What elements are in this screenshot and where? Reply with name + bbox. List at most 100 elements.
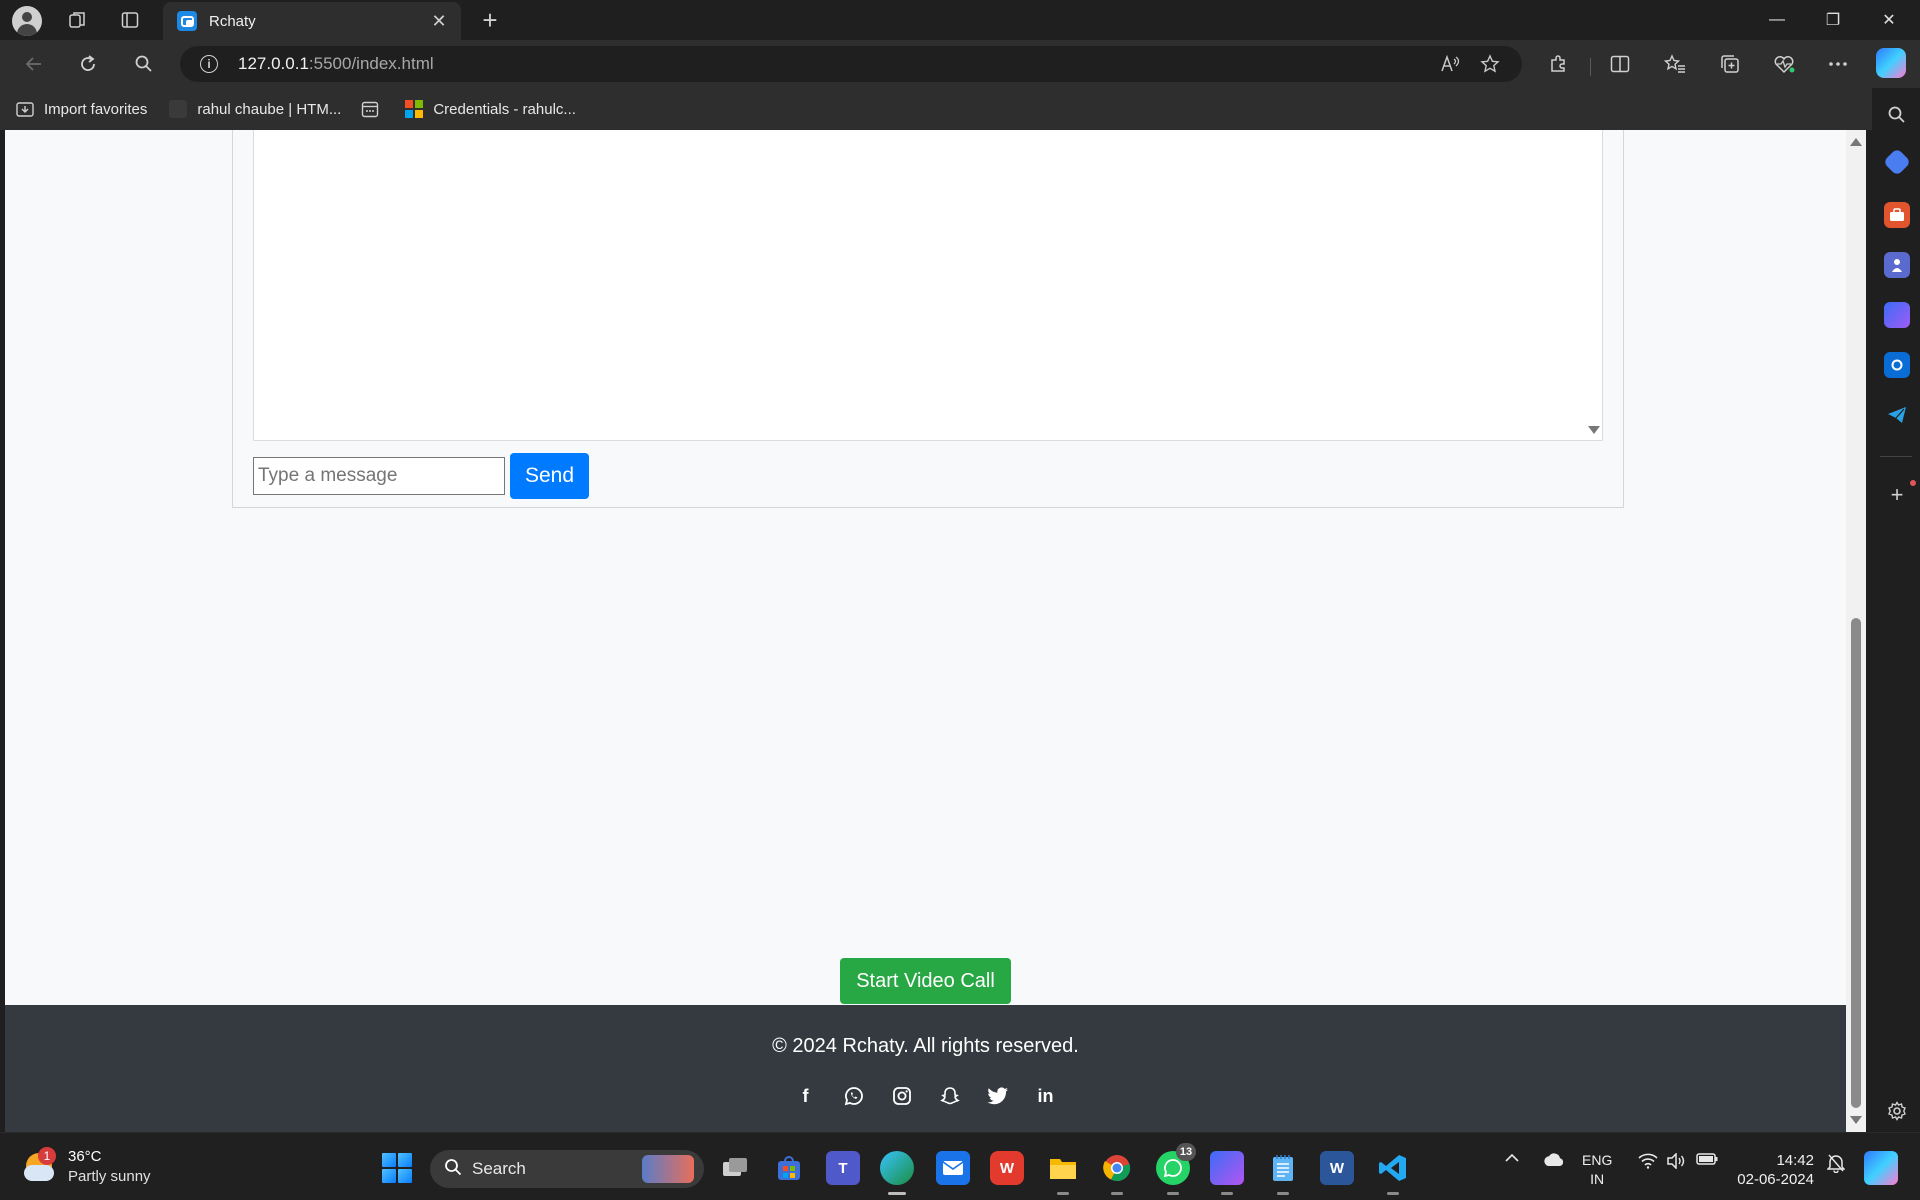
facebook-icon[interactable]: f (795, 1085, 817, 1107)
settings-icon[interactable] (1884, 1098, 1910, 1124)
add-icon[interactable]: + (1884, 482, 1910, 508)
favorites-bar: Import favorites rahul chaube | HTM... C… (0, 88, 1880, 130)
address-bar[interactable]: i 127.0.0.1:5500/index.html (180, 46, 1522, 82)
favorite-credentials[interactable]: Credentials - rahulc... (397, 94, 584, 124)
favorite-import[interactable]: Import favorites (8, 94, 155, 124)
page-viewport: Send Start Video Call (5, 130, 1846, 1005)
language-indicator[interactable]: ENG IN (1582, 1151, 1612, 1189)
wifi-icon[interactable] (1636, 1153, 1660, 1169)
battery-icon[interactable] (1694, 1153, 1720, 1165)
search-icon[interactable] (126, 48, 162, 80)
notification-bell-icon[interactable] (1824, 1153, 1848, 1173)
split-screen-icon[interactable] (1600, 48, 1640, 80)
navigation-bar: i 127.0.0.1:5500/index.html (0, 40, 1920, 88)
favorite-rahul-chaube[interactable]: rahul chaube | HTM... (161, 94, 349, 124)
restore-button[interactable]: ❐ (1808, 4, 1858, 36)
wps-office-icon[interactable]: W (990, 1151, 1024, 1185)
start-video-call-button[interactable]: Start Video Call (840, 958, 1011, 1004)
whatsapp-unread-badge: 13 (1176, 1143, 1196, 1161)
system-clock[interactable]: 14:42 02-06-2024 (1734, 1151, 1814, 1189)
favorite-label: rahul chaube | HTM... (197, 100, 342, 118)
plus-icon[interactable]: + (474, 4, 506, 36)
scrollbar-thumb[interactable] (1851, 618, 1861, 1108)
instagram-icon[interactable] (891, 1085, 913, 1107)
favorites-icon[interactable] (1655, 48, 1695, 80)
favorite-label: Import favorites (44, 100, 148, 118)
copilot-icon[interactable] (1876, 48, 1906, 78)
browser-essentials-icon[interactable] (1764, 48, 1804, 80)
teams-icon[interactable]: T (826, 1151, 860, 1185)
telegram-icon[interactable] (1884, 402, 1910, 428)
refresh-icon[interactable] (70, 48, 106, 80)
sidebar-search-icon[interactable] (1884, 102, 1910, 128)
rchaty-favicon (177, 11, 197, 31)
copilot-app-icon[interactable] (1884, 302, 1910, 328)
title-bar: Rchaty ✕ + — ❐ ✕ (0, 0, 1920, 40)
info-icon[interactable]: i (200, 55, 218, 73)
file-explorer-icon[interactable] (1046, 1151, 1080, 1195)
chat-container: Send (232, 130, 1624, 508)
whatsapp-icon[interactable]: 13 (1156, 1143, 1196, 1195)
read-aloud-icon[interactable] (1430, 48, 1470, 80)
page-scrollbar[interactable] (1846, 130, 1866, 1132)
vscode-icon[interactable] (1376, 1151, 1410, 1195)
workspaces-icon[interactable] (58, 6, 98, 34)
copyright-text: © 2024 Rchaty. All rights reserved. (772, 1035, 1079, 1057)
favorite-star-icon[interactable] (1470, 48, 1510, 80)
chrome-icon[interactable] (1100, 1151, 1134, 1195)
search-icon (444, 1158, 462, 1181)
messages-scroll-down-arrow[interactable] (1588, 426, 1600, 434)
messages-area[interactable] (253, 130, 1603, 441)
weather-widget[interactable]: 1 36°C Partly sunny (22, 1147, 151, 1187)
message-input[interactable] (253, 457, 505, 495)
taskbar: 1 36°C Partly sunny Search T W 13 W ENG … (0, 1132, 1920, 1200)
outlook-icon[interactable] (1884, 352, 1910, 378)
twitter-icon[interactable] (987, 1085, 1009, 1107)
collections-icon[interactable] (1710, 48, 1750, 80)
linkedin-icon[interactable]: in (1035, 1085, 1057, 1107)
copilot-taskbar-icon[interactable] (1210, 1151, 1244, 1195)
extensions-icon[interactable] (1538, 48, 1578, 80)
scroll-down-arrow[interactable] (1850, 1116, 1862, 1124)
notification-dot (1910, 480, 1916, 486)
profile-icon[interactable] (12, 6, 42, 36)
task-view-icon[interactable] (718, 1151, 752, 1185)
volume-icon[interactable] (1664, 1153, 1688, 1169)
calendar-icon (361, 100, 379, 118)
import-icon (16, 100, 34, 118)
notepad-icon[interactable] (1266, 1151, 1300, 1195)
snapchat-icon[interactable] (939, 1085, 961, 1107)
shopping-icon[interactable] (1882, 147, 1912, 177)
favorite-calendar[interactable] (353, 94, 397, 124)
url-text[interactable]: 127.0.0.1:5500/index.html (238, 54, 1430, 74)
microsoft-logo (405, 100, 424, 118)
scroll-up-arrow[interactable] (1850, 138, 1862, 146)
back-icon[interactable] (16, 48, 52, 80)
copilot-tray-icon[interactable] (1864, 1151, 1898, 1185)
windows-start-icon[interactable] (382, 1153, 412, 1183)
more-icon[interactable] (1818, 48, 1858, 80)
mail-icon[interactable] (936, 1151, 970, 1185)
games-icon[interactable] (1884, 252, 1910, 278)
close-icon[interactable]: ✕ (427, 9, 451, 33)
tools-icon[interactable] (1884, 202, 1910, 228)
minimize-button[interactable]: — (1752, 4, 1802, 36)
whatsapp-icon[interactable] (843, 1085, 865, 1107)
window-close-button[interactable]: ✕ (1864, 4, 1914, 36)
onedrive-icon[interactable] (1540, 1153, 1568, 1167)
taskbar-search[interactable]: Search (430, 1150, 704, 1188)
tab-rchaty[interactable]: Rchaty ✕ (163, 2, 461, 40)
edge-icon[interactable] (880, 1151, 914, 1195)
microsoft-store-icon[interactable] (772, 1151, 806, 1185)
chevron-up-icon[interactable] (1500, 1153, 1524, 1163)
weather-badge: 1 (38, 1147, 56, 1165)
message-input-row: Send (253, 453, 589, 499)
clock-date: 02-06-2024 (1737, 1171, 1814, 1188)
edge-sidebar: + (1872, 88, 1920, 1132)
search-label: Search (472, 1159, 526, 1178)
send-button[interactable]: Send (510, 453, 589, 499)
word-icon[interactable]: W (1320, 1151, 1354, 1185)
bookmark-favicon (169, 100, 188, 118)
tab-actions-icon[interactable] (110, 6, 150, 34)
weather-temp: 36°C (68, 1148, 102, 1165)
